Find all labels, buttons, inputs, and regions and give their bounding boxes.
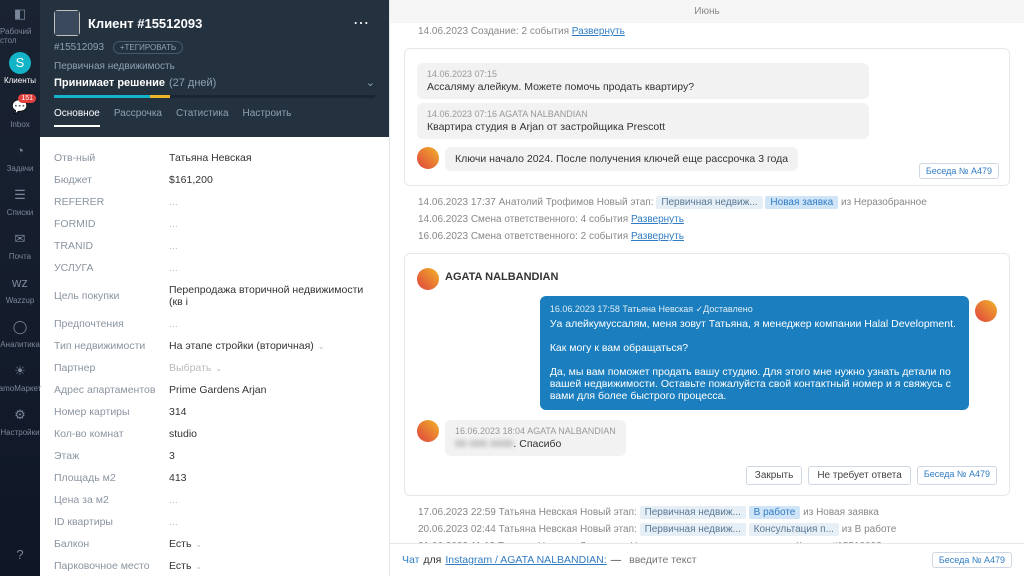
- chat-pane: Июнь 14.06.2023 Создание: 2 события Разв…: [390, 0, 1024, 576]
- lead-id: #15512093: [54, 42, 104, 53]
- field-row[interactable]: FORMID...: [54, 213, 375, 235]
- nav-market[interactable]: ☀amoМаркет: [0, 354, 40, 398]
- field-row[interactable]: Парковочное местоЕсть⌄: [54, 555, 375, 576]
- field-row[interactable]: ID квартиры...: [54, 511, 375, 533]
- expand-link[interactable]: Развернуть: [631, 231, 684, 242]
- lead-title: Клиент #15512093: [88, 16, 339, 31]
- avatar: [975, 300, 997, 322]
- field-row[interactable]: БалконЕсть⌄: [54, 533, 375, 555]
- field-row[interactable]: Отв-ныйТатьяна Невская: [54, 147, 375, 169]
- nav-lists[interactable]: ☰Списки: [0, 178, 40, 222]
- tab-0[interactable]: Основное: [54, 108, 100, 127]
- nav-tasks[interactable]: ◔Задачи: [0, 134, 40, 178]
- tab-1[interactable]: Рассрочка: [114, 108, 162, 127]
- nav-help[interactable]: ?: [0, 532, 40, 576]
- month-divider: Июнь: [390, 0, 1024, 23]
- chevron-down-icon: ⌄: [366, 76, 375, 89]
- add-tag-button[interactable]: +ТЕГИРОВАТЬ: [113, 41, 183, 54]
- avatar: [417, 147, 439, 169]
- lead-type: Первичная недвижимость: [54, 61, 375, 72]
- field-row[interactable]: Номер картиры314: [54, 401, 375, 423]
- log-line: 16.06.2023 Смена ответственного: 2 событ…: [404, 228, 1010, 245]
- more-icon[interactable]: ⋯: [347, 13, 375, 33]
- nav-desk[interactable]: ◧Рабочий стол: [0, 2, 40, 46]
- lead-fields: Отв-ныйТатьяна НевскаяБюджет$161,200REFE…: [40, 137, 389, 576]
- composer-prefix[interactable]: Чат: [402, 554, 419, 566]
- field-row[interactable]: Этаж3: [54, 445, 375, 467]
- close-button[interactable]: Закрыть: [746, 466, 803, 485]
- message-out: 16.06.2023 17:58 Татьяна Невская ✓Достав…: [540, 296, 969, 410]
- tab-3[interactable]: Настроить: [243, 108, 292, 127]
- thread-tag[interactable]: Беседа № А479: [919, 163, 999, 179]
- field-row[interactable]: Адрес апартаментовPrime Gardens Arjan: [54, 379, 375, 401]
- nav-mail[interactable]: ✉Почта: [0, 222, 40, 266]
- field-row[interactable]: Кол-во комнатstudio: [54, 423, 375, 445]
- pipeline-bar: [54, 95, 375, 98]
- field-row[interactable]: REFERER...: [54, 191, 375, 213]
- expand-link[interactable]: Развернуть: [631, 214, 684, 225]
- nav-clients[interactable]: SКлиенты: [0, 46, 40, 90]
- field-row[interactable]: TRANID...: [54, 235, 375, 257]
- field-row[interactable]: Площадь м2413: [54, 467, 375, 489]
- log-line: 17.06.2023 22:59 Татьяна Невская Новый э…: [404, 504, 1010, 521]
- composer: Чат для Instagram / AGATA NALBANDIAN: — …: [390, 543, 1024, 576]
- tab-2[interactable]: Статистика: [176, 108, 229, 127]
- log-line: 14.06.2023 17:37 Анатолий Трофимов Новый…: [404, 194, 1010, 211]
- field-row[interactable]: Цена за м2...: [54, 489, 375, 511]
- chat-card: 14.06.2023 07:15Ассаляму алейкум. Можете…: [404, 48, 1010, 186]
- log-line: 20.06.2023 02:44 Татьяна Невская Новый э…: [404, 521, 1010, 538]
- lead-panel: Клиент #15512093 ⋯ #15512093 +ТЕГИРОВАТЬ…: [40, 0, 390, 576]
- field-row[interactable]: УСЛУГА...: [54, 257, 375, 279]
- lead-header: Клиент #15512093 ⋯ #15512093 +ТЕГИРОВАТЬ…: [40, 0, 389, 137]
- composer-thread-tag[interactable]: Беседа № А479: [932, 552, 1012, 568]
- nav-settings[interactable]: ⚙Настройки: [0, 398, 40, 442]
- log-line: 14.06.2023 Создание: 2 события Развернут…: [404, 23, 1010, 40]
- field-row[interactable]: Цель покупкиПерепродажа вторичной недвиж…: [54, 279, 375, 313]
- nav-inbox[interactable]: 💬Inbox151: [0, 90, 40, 134]
- stage-select[interactable]: Принимает решение(27 дней) ⌄: [54, 76, 375, 89]
- nav-analytics[interactable]: ◯Аналитика: [0, 310, 40, 354]
- avatar: [54, 10, 80, 36]
- lead-tabs: Основное Рассрочка Статистика Настроить: [54, 108, 375, 127]
- composer-input[interactable]: [625, 550, 928, 570]
- no-reply-button[interactable]: Не требует ответа: [808, 466, 911, 485]
- composer-channel[interactable]: Instagram / AGATA NALBANDIAN:: [445, 554, 606, 566]
- log-line: 14.06.2023 Смена ответственного: 4 событ…: [404, 211, 1010, 228]
- nav-wazzup[interactable]: wzWazzup: [0, 266, 40, 310]
- expand-link[interactable]: Развернуть: [572, 26, 625, 37]
- avatar: [417, 268, 439, 290]
- avatar: [417, 420, 439, 442]
- message-in: 16.06.2023 18:04 AGATA NALBANDIAN00 000 …: [445, 420, 626, 456]
- nav-rail: ◧Рабочий столSКлиенты💬Inbox151◔Задачи☰Сп…: [0, 0, 40, 576]
- chat-card: AGATA NALBANDIAN16.06.2023 17:58 Татьяна…: [404, 253, 1010, 496]
- thread-tag[interactable]: Беседа № А479: [917, 466, 997, 485]
- field-row[interactable]: Тип недвижимостиНа этапе стройки (вторич…: [54, 335, 375, 357]
- field-row[interactable]: ПартнерВыбрать⌄: [54, 357, 375, 379]
- field-row[interactable]: Бюджет$161,200: [54, 169, 375, 191]
- field-row[interactable]: Предпочтения...: [54, 313, 375, 335]
